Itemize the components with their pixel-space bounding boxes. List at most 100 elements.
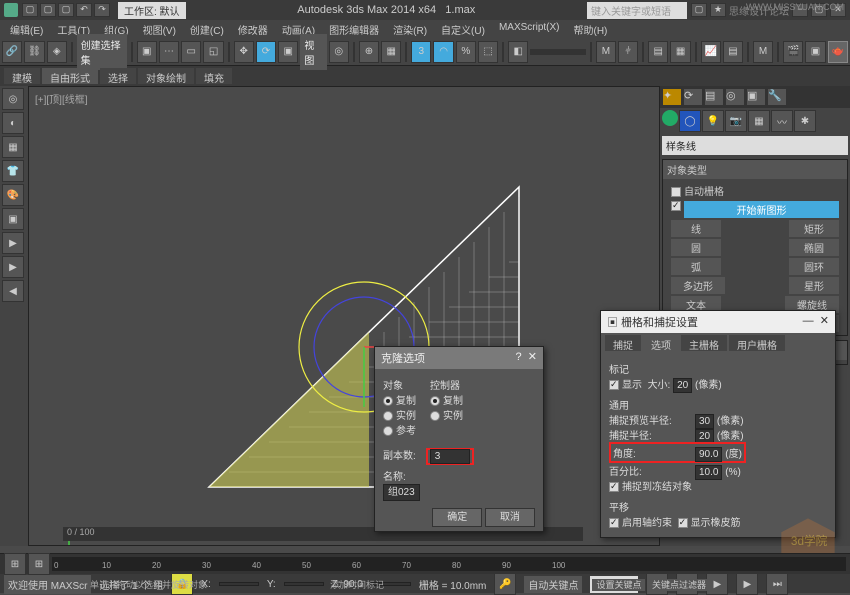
vt-scale[interactable]: ▣ xyxy=(2,208,24,230)
space-icon[interactable]: 〰 xyxy=(771,110,793,132)
snap-close-icon[interactable]: ✕ xyxy=(820,315,829,327)
menu-view[interactable]: 视图(V) xyxy=(143,22,176,36)
systems-icon[interactable]: ✱ xyxy=(794,110,816,132)
vt-prev[interactable]: ◀ xyxy=(2,280,24,302)
radio-reference[interactable] xyxy=(383,426,393,436)
tool-bind[interactable]: ◈ xyxy=(47,41,67,63)
tb-open[interactable]: ▢ xyxy=(40,3,56,17)
panel-modify[interactable]: ⟳ xyxy=(683,88,703,106)
tool-link[interactable]: 🔗 xyxy=(2,41,22,63)
vt-shirt[interactable]: 👕 xyxy=(2,160,24,182)
radio-ctrl-instance[interactable] xyxy=(430,411,440,421)
autokey-btn[interactable]: 自动关键点 xyxy=(524,576,582,593)
tab-objpaint[interactable]: 对象绘制 xyxy=(138,68,194,84)
tool-window[interactable]: ◱ xyxy=(203,41,223,63)
btn-circle[interactable]: 圆 xyxy=(671,239,721,256)
snap-tab-homegrid[interactable]: 主栅格 xyxy=(681,335,727,351)
tool-unlink[interactable]: ⛓ xyxy=(24,41,44,63)
btn-ngon[interactable]: 多边形 xyxy=(671,277,725,294)
refcoord-dropdown[interactable]: 视图 xyxy=(300,34,326,70)
key-icon[interactable]: 🔑 xyxy=(494,573,516,595)
tool-layers[interactable]: ▤ xyxy=(648,41,668,63)
tb-save[interactable]: ▢ xyxy=(58,3,74,17)
btn-star[interactable]: 星形 xyxy=(789,277,839,294)
tool-keymode[interactable]: ▦ xyxy=(381,41,401,63)
tool-name[interactable]: ⋯ xyxy=(159,41,179,63)
btn-ellipse[interactable]: 椭圆 xyxy=(789,239,839,256)
tool-percent-snap[interactable]: % xyxy=(456,41,476,63)
viewport[interactable]: [+][顶][线框] xyxy=(28,86,660,546)
snap-tab-usergrid[interactable]: 用户栅格 xyxy=(729,335,785,351)
vt-color[interactable]: 🎨 xyxy=(2,184,24,206)
vt-shade[interactable]: ◐ xyxy=(2,112,24,134)
y-field[interactable] xyxy=(284,582,324,586)
tool-render-setup[interactable]: 🎬 xyxy=(783,41,803,63)
helpers-icon[interactable]: ▦ xyxy=(748,110,770,132)
geom-icon[interactable] xyxy=(662,110,678,126)
menu-graph[interactable]: 图形编辑器 xyxy=(329,22,379,36)
x-field[interactable] xyxy=(219,582,259,586)
btn-arc[interactable]: 弧 xyxy=(671,258,721,275)
shapes-icon[interactable]: ◯ xyxy=(679,110,701,132)
copies-spinner[interactable]: 3 xyxy=(430,449,470,464)
snap-min-icon[interactable]: — xyxy=(803,315,814,327)
axiscon-check[interactable] xyxy=(609,518,619,528)
play-next[interactable]: ▶ xyxy=(736,573,758,595)
addtime-label[interactable]: 添加时间标记 xyxy=(330,578,384,591)
timeline-ruler[interactable]: 0102030 40506070 8090100 xyxy=(52,557,846,571)
cameras-icon[interactable]: 📷 xyxy=(725,110,747,132)
tool-rfw[interactable]: ▣ xyxy=(805,41,825,63)
start-shape-btn[interactable]: 开始新图形 xyxy=(684,201,839,218)
btn-line[interactable]: 线 xyxy=(671,220,721,237)
vt-cam[interactable]: ▶ xyxy=(2,256,24,278)
btn-rect[interactable]: 矩形 xyxy=(789,220,839,237)
timeline-btn1[interactable]: ⊞ xyxy=(4,553,26,575)
play-end[interactable]: ⏭ xyxy=(766,573,788,595)
tb-undo[interactable]: ↶ xyxy=(76,3,92,17)
clone-help-icon[interactable]: ? xyxy=(516,351,522,363)
tool-manip[interactable]: ⊕ xyxy=(359,41,379,63)
tb-new[interactable]: ▢ xyxy=(22,3,38,17)
vt-play[interactable]: ▶ xyxy=(2,232,24,254)
category-dropdown[interactable]: 样条线 xyxy=(662,136,848,155)
menu-help[interactable]: 帮助(H) xyxy=(574,22,608,36)
tool-schematic[interactable]: ▦ xyxy=(670,41,690,63)
named-sel2[interactable] xyxy=(530,49,586,55)
menu-render[interactable]: 渲染(R) xyxy=(393,22,427,36)
tool-rotate[interactable]: ⟳ xyxy=(256,41,276,63)
objtype-header[interactable]: 对象类型 xyxy=(663,160,847,179)
tool-rect[interactable]: ▭ xyxy=(181,41,201,63)
tab-freeform[interactable]: 自由形式 xyxy=(42,68,98,84)
panel-utilities[interactable]: 🔧 xyxy=(767,88,787,106)
tool-spinner-snap[interactable]: ⬚ xyxy=(478,41,498,63)
keyfilter-btn[interactable]: 关键点过滤器 xyxy=(648,579,710,591)
vt-dolly[interactable]: ◎ xyxy=(2,88,24,110)
tool-render[interactable]: 🫖 xyxy=(828,41,848,63)
timeline-btn2[interactable]: ⊞ xyxy=(28,553,50,575)
radio-instance[interactable] xyxy=(383,411,393,421)
tool-pivot[interactable]: ◎ xyxy=(329,41,349,63)
clone-close-icon[interactable]: ✕ xyxy=(528,351,537,363)
newshape-check[interactable] xyxy=(671,201,681,211)
radio-ctrl-copy[interactable] xyxy=(430,396,440,406)
menu-create[interactable]: 创建(C) xyxy=(190,22,224,36)
vt-wire[interactable]: ▦ xyxy=(2,136,24,158)
panel-motion[interactable]: ◎ xyxy=(725,88,745,106)
tab-selection[interactable]: 选择 xyxy=(100,68,136,84)
panel-display[interactable]: ▣ xyxy=(746,88,766,106)
size-spinner[interactable]: 20 xyxy=(673,378,692,393)
percent-spinner[interactable]: 10.0 xyxy=(695,465,722,480)
snap-tab-options[interactable]: 选项 xyxy=(643,335,679,351)
tool-scale[interactable]: ▣ xyxy=(278,41,298,63)
name-field[interactable]: 组023 xyxy=(383,484,420,501)
snap-tab-snap[interactable]: 捕捉 xyxy=(605,335,641,351)
tool-move[interactable]: ✥ xyxy=(234,41,254,63)
tool-dope[interactable]: ▤ xyxy=(723,41,743,63)
tool-angle-snap[interactable]: ◠ xyxy=(433,41,453,63)
tool-curve-editor[interactable]: 📈 xyxy=(701,41,721,63)
angle-spinner[interactable]: 90.0 xyxy=(695,447,722,462)
signin-icon[interactable]: ★ xyxy=(710,3,726,17)
frozen-check[interactable] xyxy=(609,482,619,492)
tool-align[interactable]: ⫩ xyxy=(618,41,638,63)
help-icon[interactable]: ▢ xyxy=(691,3,707,17)
